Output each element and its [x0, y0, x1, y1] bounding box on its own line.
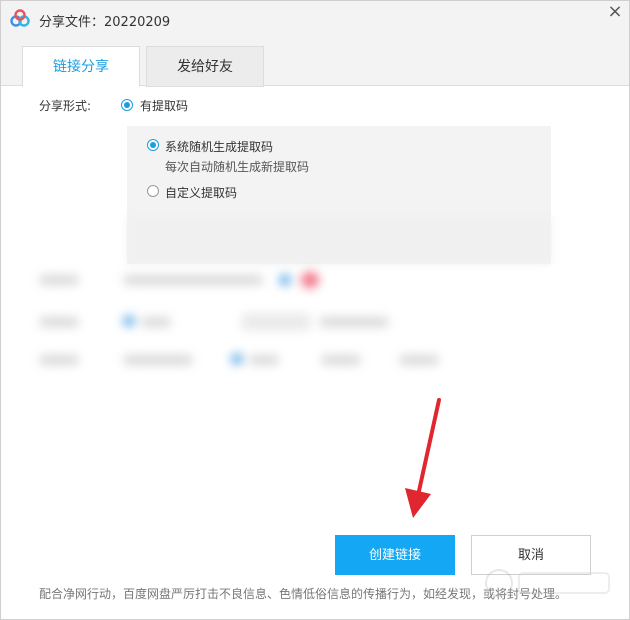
custom-code-label: 自定义提取码	[165, 186, 238, 200]
title-bar: 分享文件：20220209 ×	[1, 1, 629, 37]
baidu-watermark-icon	[485, 569, 610, 597]
baidu-netdisk-logo-icon	[10, 9, 30, 27]
random-code-hint: 每次自动随机生成新提取码	[165, 160, 310, 174]
with-code-label: 有提取码	[140, 99, 189, 113]
red-arrow-annotation	[405, 398, 441, 518]
radio-random-code[interactable]	[147, 139, 159, 151]
radio-with-code[interactable]	[121, 99, 133, 111]
window-title: 分享文件：20220209	[39, 15, 171, 30]
radio-custom-code[interactable]	[147, 185, 159, 197]
create-link-button[interactable]: 创建链接	[335, 535, 455, 575]
tab-link-share[interactable]: 链接分享	[22, 46, 140, 87]
close-icon[interactable]: ×	[605, 3, 625, 23]
blurred-settings-area	[31, 263, 451, 373]
tab-bar: 链接分享 发给好友	[1, 37, 629, 87]
share-form-label: 分享形式:	[39, 99, 92, 113]
random-code-label: 系统随机生成提取码	[165, 140, 274, 154]
share-dialog: 分享文件：20220209 × 链接分享 发给好友 分享形式: 有提取码 系统随…	[0, 0, 630, 620]
blurred-panel-area	[127, 216, 551, 264]
tab-send-to-friend[interactable]: 发给好友	[146, 46, 264, 87]
